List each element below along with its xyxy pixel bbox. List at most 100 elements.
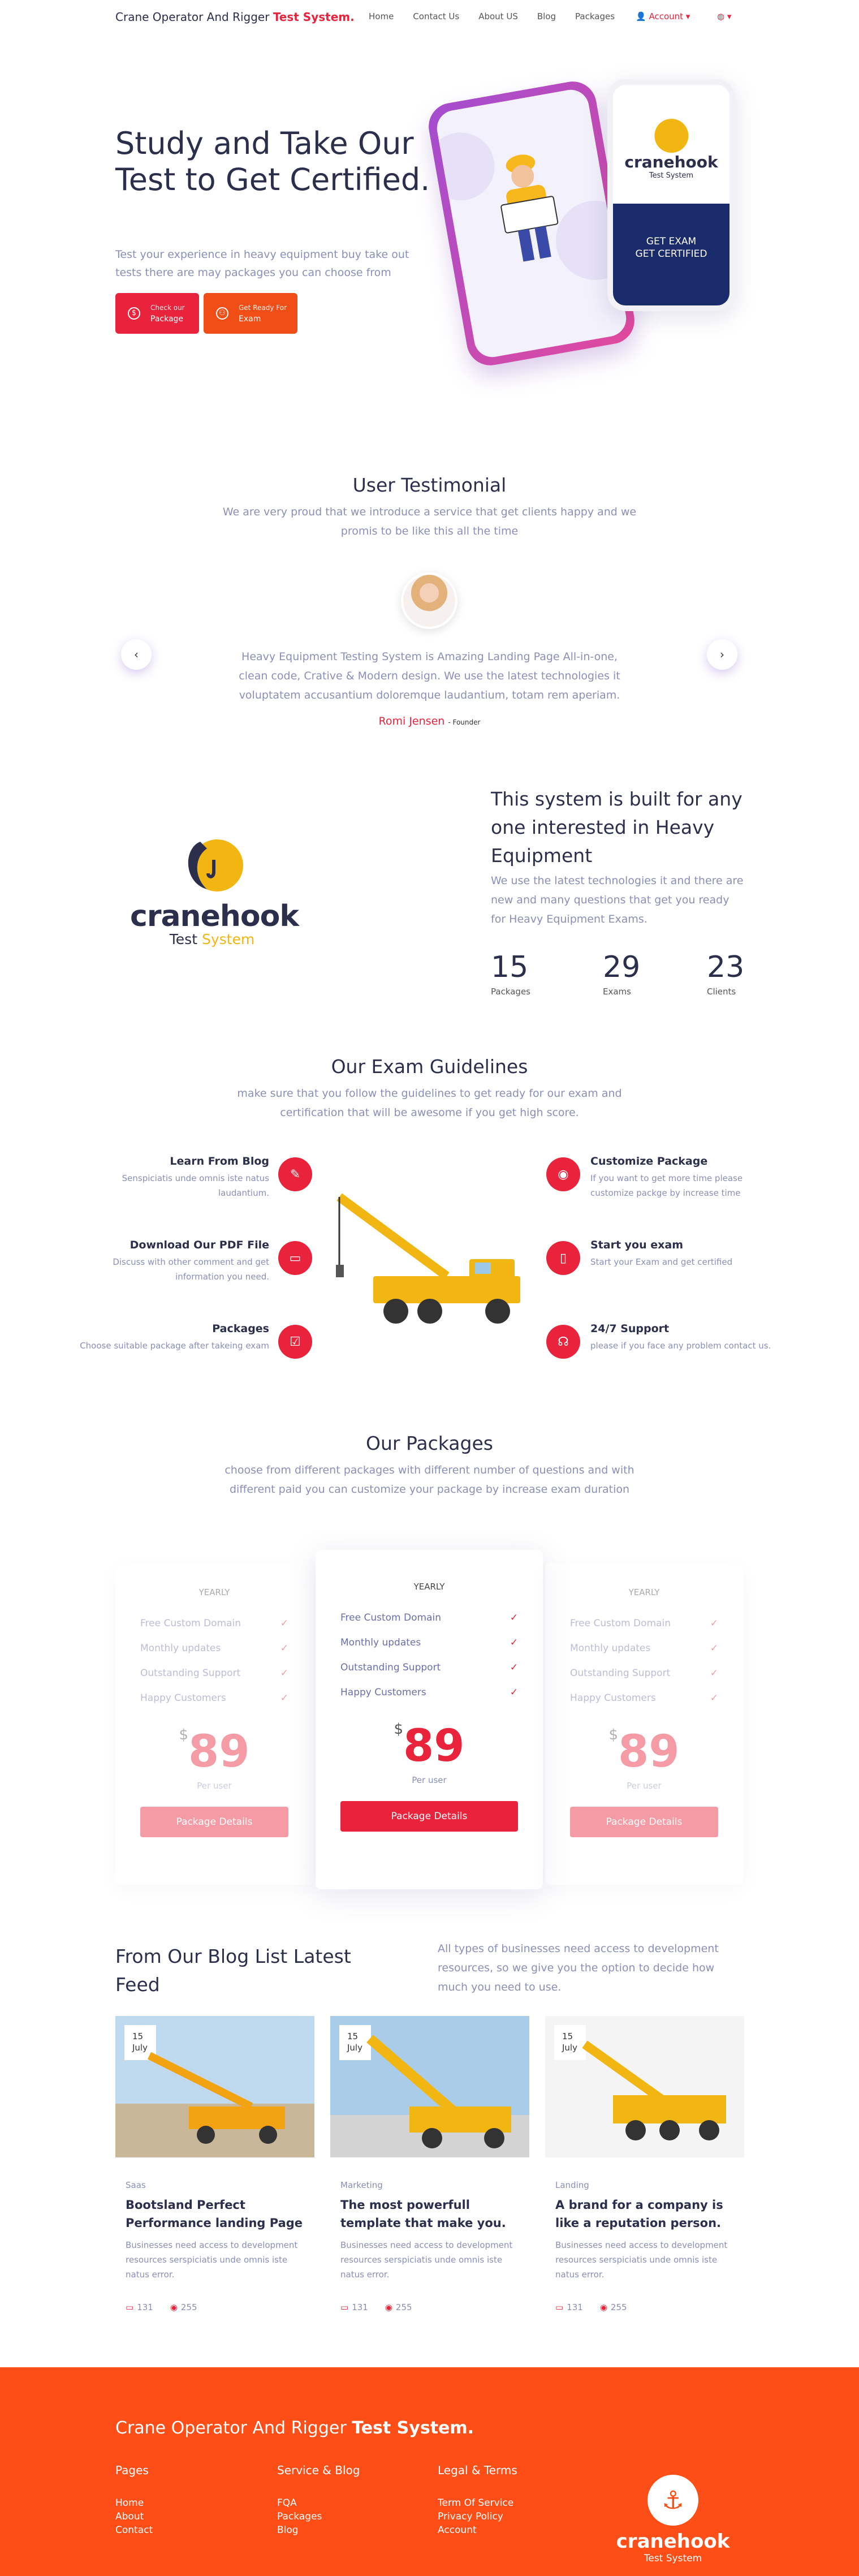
author-name: Romi Jensen <box>378 715 445 727</box>
nav-brand-bold: Test System. <box>273 10 355 24</box>
nav-link-packages[interactable]: Packages <box>575 11 615 21</box>
package-details-button[interactable]: Package Details <box>570 1807 718 1837</box>
logo-tag-b: System <box>201 931 255 947</box>
check-icon: ✓ <box>280 1643 288 1654</box>
package-card: YEARLY Free Custom Domain ✓ Monthly updat… <box>115 1562 313 1885</box>
feature-item: Free Custom Domain ✓ <box>340 1612 518 1623</box>
nav-link-blog[interactable]: Blog <box>537 11 556 21</box>
tablet-icon: ▯ <box>546 1241 580 1275</box>
comment-icon: ▭ <box>340 2302 349 2312</box>
next-arrow-icon[interactable]: › <box>707 639 737 670</box>
stat-value: 29 <box>603 950 641 984</box>
account-menu[interactable]: 👤 Account ▾ <box>636 11 690 21</box>
guide-text: Discuss with other comment and get infor… <box>113 1257 269 1282</box>
footer-link-terms[interactable]: Term Of Service <box>438 2496 517 2510</box>
guide-text: Senspiciatis unde omnis iste natus lauda… <box>122 1173 269 1198</box>
comment-icon: ▭ <box>555 2302 564 2312</box>
phone-mockup-logo: cranehook Test System GET EXAM GET CERTIF… <box>607 79 735 311</box>
check-icon: ✓ <box>280 1692 288 1704</box>
guide-text: Choose suitable package after takeing ex… <box>80 1341 269 1351</box>
check-icon: ✓ <box>510 1637 518 1648</box>
user-icon: 👤 <box>636 11 649 21</box>
nav-brand-prefix: Crane Operator And Rigger <box>115 10 270 24</box>
footer-link-contact[interactable]: Contact <box>115 2523 153 2537</box>
cranehook-logo: cranehook Test System <box>130 832 299 950</box>
blog-card[interactable]: 15 July Marketing The most powerfull temp… <box>330 2016 529 2333</box>
feature-item: Outstanding Support ✓ <box>570 1668 718 1679</box>
footer-link-home[interactable]: Home <box>115 2496 153 2510</box>
crane-illustration <box>336 1193 520 1324</box>
btn2-small: Get Ready For <box>239 304 287 312</box>
stat-label: Packages <box>491 987 530 997</box>
nav-link-home[interactable]: Home <box>369 11 394 21</box>
testimonial-author: Romi Jensen - Founder <box>0 715 859 727</box>
blog-card[interactable]: 15 July Saas Bootsland Perfect Performanc… <box>115 2016 314 2333</box>
footer-link-packages[interactable]: Packages <box>277 2510 360 2523</box>
blog-post-title[interactable]: The most powerfull template that make yo… <box>340 2196 519 2232</box>
eye-icon: ◉ <box>546 1157 580 1191</box>
blog-meta: ▭ 131 ◉ 255 <box>340 2302 412 2312</box>
guide-title: Download Our PDF File <box>130 1239 269 1251</box>
language-menu[interactable]: ◍ ▾ <box>717 11 731 21</box>
eye-icon: ◉ <box>170 2302 178 2312</box>
logo-mark-icon <box>188 839 243 891</box>
about-subtitle: We use the latest technologies it and th… <box>491 875 744 925</box>
nav-link-contact[interactable]: Contact Us <box>413 11 459 21</box>
logo-tag-a: Test <box>169 931 198 947</box>
footer-link-account[interactable]: Account <box>438 2523 517 2537</box>
footer-heading: Legal & Terms <box>438 2463 517 2477</box>
package-details-button[interactable]: Package Details <box>140 1807 288 1837</box>
blog-post-title[interactable]: A brand for a company is like a reputati… <box>555 2196 734 2232</box>
phone-logo-tag: Test System <box>649 171 694 180</box>
user-icon: ⚇ <box>216 307 228 320</box>
chat-icon: ✎ <box>278 1157 312 1191</box>
guide-title: Start you exam <box>590 1239 683 1251</box>
guide-title: Learn From Blog <box>170 1155 269 1168</box>
stat-label: Exams <box>603 987 631 997</box>
blog-card[interactable]: 15 July Landing A brand for a company is … <box>545 2016 744 2333</box>
guide-customize-package: Customize Package If you want to get mor… <box>590 1155 783 1200</box>
avatar <box>401 572 457 629</box>
footer-link-blog[interactable]: Blog <box>277 2523 360 2537</box>
footer-col-service: Service & Blog FQA Packages Blog <box>277 2463 360 2537</box>
prev-arrow-icon[interactable]: ‹ <box>121 639 152 670</box>
check-package-button[interactable]: $ Check our Package <box>115 293 199 334</box>
guide-title: Packages <box>212 1323 269 1335</box>
eye-icon: ◉ <box>599 2302 607 2312</box>
hero-subtitle: Test your experience in heavy equipment … <box>115 248 409 279</box>
hero-title: Study and Take Our Test to Get Certified… <box>115 126 430 197</box>
check-icon: ✓ <box>510 1662 518 1673</box>
check-icon: ✓ <box>510 1612 518 1623</box>
check-icon: ✓ <box>710 1643 718 1654</box>
check-icon: ✓ <box>280 1668 288 1679</box>
packages-title: Our Packages <box>366 1432 493 1454</box>
package-details-button[interactable]: Package Details <box>340 1801 518 1832</box>
feature-item: Happy Customers ✓ <box>570 1692 718 1704</box>
logo-tag: Test System <box>130 931 294 947</box>
guide-packages: Packages Choose suitable package after t… <box>77 1323 269 1353</box>
feature-item: Monthly updates ✓ <box>570 1643 718 1654</box>
feature-item: Outstanding Support ✓ <box>340 1662 518 1673</box>
stat-clients: 23 Clients <box>707 950 744 997</box>
blog-excerpt: Businesses need access to development re… <box>126 2240 298 2280</box>
footer-link-about[interactable]: About <box>115 2510 153 2523</box>
nav-link-about[interactable]: About US <box>478 11 518 21</box>
footer-logo: ⚓ cranehook Test System <box>611 2475 735 2564</box>
footer-link-fqa[interactable]: FQA <box>277 2496 360 2510</box>
footer-link-privacy[interactable]: Privacy Policy <box>438 2510 517 2523</box>
logo-name: cranehook <box>130 899 299 933</box>
nav-brand[interactable]: Crane Operator And Rigger Test System. <box>115 10 355 24</box>
footer-heading: Pages <box>115 2463 149 2477</box>
get-ready-exam-button[interactable]: ⚇ Get Ready For Exam <box>204 293 297 334</box>
phone-logo-name: cranehook <box>624 153 718 171</box>
package-price: $89 <box>608 1726 680 1777</box>
blog-category: Saas <box>126 2180 146 2190</box>
account-label: Account ▾ <box>649 11 690 21</box>
footer-heading: Service & Blog <box>277 2463 360 2477</box>
feature-item: Happy Customers ✓ <box>340 1687 518 1698</box>
stat-value: 23 <box>707 950 745 984</box>
package-price: $89 <box>179 1726 250 1777</box>
blog-post-title[interactable]: Bootsland Perfect Performance landing Pa… <box>126 2196 304 2232</box>
footer: Crane Operator And Rigger Test System. P… <box>0 2367 859 2576</box>
testimonial-subtitle: We are very proud that we introduce a se… <box>222 506 637 537</box>
